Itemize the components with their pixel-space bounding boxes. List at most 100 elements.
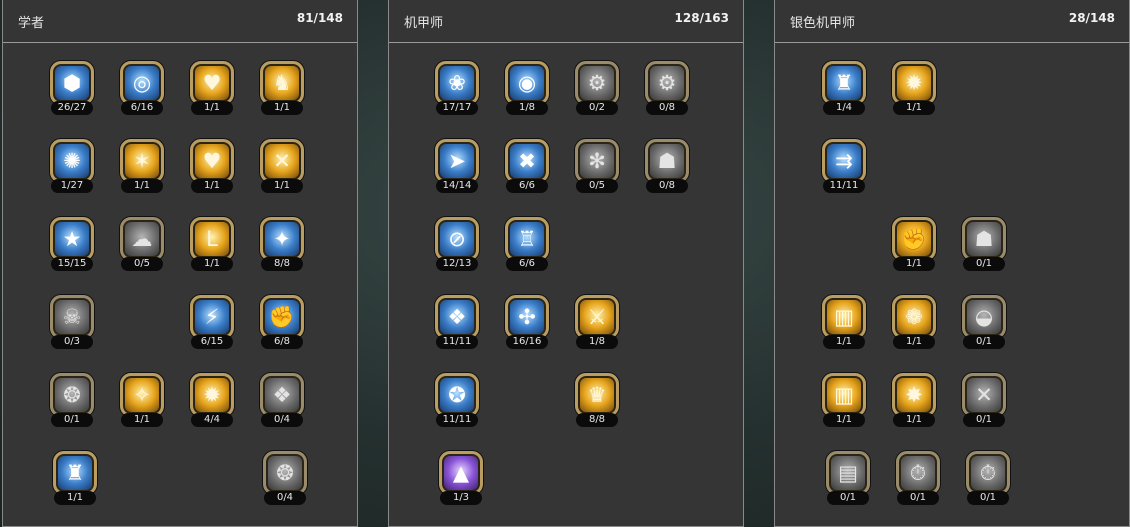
skill-slot[interactable]: ♜ 1/4 [822, 61, 868, 117]
flame-icon[interactable]: ✺ [50, 139, 94, 183]
skill-slot[interactable]: ⇉ 11/11 [822, 139, 868, 195]
skill-slot[interactable]: ❖ 0/4 [260, 373, 306, 429]
panel-icon[interactable]: ▥ [822, 373, 866, 417]
skill-slot[interactable]: ✶ 1/1 [120, 139, 166, 195]
fist-icon[interactable]: ✊ [892, 217, 936, 261]
star-icon[interactable]: ★ [50, 217, 94, 261]
swirl-icon[interactable]: ✪ [435, 373, 479, 417]
sparkle-icon[interactable]: ✦ [260, 217, 304, 261]
skill-slot[interactable]: ☠ 0/3 [50, 295, 96, 351]
skill-slot[interactable]: ᒪ 1/1 [190, 217, 236, 273]
arm-icon[interactable]: ᒪ [190, 217, 234, 261]
dancer-icon[interactable]: ✧ [120, 373, 164, 417]
core-icon[interactable]: ❖ [435, 295, 479, 339]
beast-icon[interactable]: ❂ [50, 373, 94, 417]
skill-slot[interactable]: ✣ 16/16 [505, 295, 551, 351]
crossed-blades-icon[interactable]: ✕ [962, 373, 1006, 417]
gear-icon[interactable]: ⚙ [645, 61, 689, 105]
skill-slot[interactable]: ✺ 1/27 [50, 139, 96, 195]
orb-icon[interactable]: ◉ [505, 61, 549, 105]
heart-icon[interactable]: ♥ [190, 61, 234, 105]
skill-slot[interactable]: ❀ 17/17 [435, 61, 481, 117]
skill-slot[interactable]: ✧ 1/1 [120, 373, 166, 429]
skill-slot[interactable]: ▤ 0/1 [826, 451, 872, 507]
gear-icon[interactable]: ⚙ [575, 61, 619, 105]
pyramid-icon[interactable]: ▲ [439, 451, 483, 495]
no-entry-icon[interactable]: ⊘ [435, 217, 479, 261]
skill-slot[interactable]: ⬢ 26/27 [50, 61, 96, 117]
skill-slot[interactable]: ✖ 6/6 [505, 139, 551, 195]
crossed-swords-icon[interactable]: ✕ [260, 139, 304, 183]
skill-slot[interactable]: ♖ 6/6 [505, 217, 551, 273]
skill-slot[interactable]: ✕ 1/1 [260, 139, 306, 195]
boot-icon[interactable]: ♞ [260, 61, 304, 105]
shadow-icon[interactable]: ☁ [120, 217, 164, 261]
skill-slot[interactable]: ✻ 0/5 [575, 139, 621, 195]
cannon-icon[interactable]: ⇉ [822, 139, 866, 183]
cluster-icon[interactable]: ❁ [892, 295, 936, 339]
clock-icon[interactable]: ⏱ [896, 451, 940, 495]
ring-icon[interactable]: ◎ [120, 61, 164, 105]
skill-slot[interactable]: ▲ 1/3 [439, 451, 485, 507]
skill-slot[interactable]: ⚡ 6/15 [190, 295, 236, 351]
skill-slot[interactable]: ♛ 8/8 [575, 373, 621, 429]
skill-slot[interactable]: ☗ 0/1 [962, 217, 1008, 273]
wheel-icon[interactable]: ✹ [892, 61, 936, 105]
figure-icon[interactable]: ✶ [120, 139, 164, 183]
skill-slot[interactable]: ⚙ 0/2 [575, 61, 621, 117]
skill-slot[interactable]: ✪ 11/11 [435, 373, 481, 429]
mech-icon[interactable]: ♜ [822, 61, 866, 105]
network-icon[interactable]: ✣ [505, 295, 549, 339]
skill-slot[interactable]: ✦ 8/8 [260, 217, 306, 273]
skill-slot[interactable]: ❂ 0/4 [263, 451, 309, 507]
drone-icon[interactable]: ☗ [962, 217, 1006, 261]
skill-slot[interactable]: ✊ 6/8 [260, 295, 306, 351]
tower-icon[interactable]: ♖ [505, 217, 549, 261]
air-heart-icon[interactable]: ♥ [190, 139, 234, 183]
skill-slot[interactable]: ✹ 4/4 [190, 373, 236, 429]
skill-slot[interactable]: ☁ 0/5 [120, 217, 166, 273]
shell-icon[interactable]: ❀ [435, 61, 479, 105]
fist-icon[interactable]: ✊ [260, 295, 304, 339]
starburst-icon[interactable]: ✸ [892, 373, 936, 417]
skill-slot[interactable]: ❂ 0/1 [50, 373, 96, 429]
skill-slot[interactable]: ⚙ 0/8 [645, 61, 691, 117]
skull-icon[interactable]: ☠ [50, 295, 94, 339]
skill-slot[interactable]: ▥ 1/1 [822, 373, 868, 429]
slash-icon[interactable]: ⚔ [575, 295, 619, 339]
skill-slot[interactable]: ⏱ 0/1 [896, 451, 942, 507]
disc-icon[interactable]: ◒ [962, 295, 1006, 339]
skill-slot[interactable]: ▥ 1/1 [822, 295, 868, 351]
crown-icon[interactable]: ♛ [575, 373, 619, 417]
skill-slot[interactable]: ➤ 14/14 [435, 139, 481, 195]
skill-slot[interactable]: ✸ 1/1 [892, 373, 938, 429]
pillar-icon[interactable]: ▤ [826, 451, 870, 495]
skill-slot[interactable]: ❁ 1/1 [892, 295, 938, 351]
totem-icon[interactable]: ♜ [53, 451, 97, 495]
skill-slot[interactable]: ✊ 1/1 [892, 217, 938, 273]
skill-slot[interactable]: ◉ 1/8 [505, 61, 551, 117]
skill-slot[interactable]: ⚔ 1/8 [575, 295, 621, 351]
hp-burst-icon[interactable]: ✹ [190, 373, 234, 417]
skill-slot[interactable]: ★ 15/15 [50, 217, 96, 273]
laser-icon[interactable]: ➤ [435, 139, 479, 183]
skill-slot[interactable]: ♜ 1/1 [53, 451, 99, 507]
vortex-icon[interactable]: ❖ [260, 373, 304, 417]
skill-slot[interactable]: ❖ 11/11 [435, 295, 481, 351]
dice-icon[interactable]: ⬢ [50, 61, 94, 105]
skill-slot[interactable]: ✕ 0/1 [962, 373, 1008, 429]
cog-icon[interactable]: ✻ [575, 139, 619, 183]
clock-icon[interactable]: ⏱ [966, 451, 1010, 495]
mask-icon[interactable]: ❂ [263, 451, 307, 495]
skill-slot[interactable]: ◎ 6/16 [120, 61, 166, 117]
skill-slot[interactable]: ♥ 1/1 [190, 61, 236, 117]
skill-slot[interactable]: ☗ 0/8 [645, 139, 691, 195]
skill-slot[interactable]: ⊘ 12/13 [435, 217, 481, 273]
skill-slot[interactable]: ♞ 1/1 [260, 61, 306, 117]
skill-slot[interactable]: ◒ 0/1 [962, 295, 1008, 351]
panel-icon[interactable]: ▥ [822, 295, 866, 339]
runner-icon[interactable]: ⚡ [190, 295, 234, 339]
skill-slot[interactable]: ⏱ 0/1 [966, 451, 1012, 507]
wrench-icon[interactable]: ✖ [505, 139, 549, 183]
skill-slot[interactable]: ✹ 1/1 [892, 61, 938, 117]
